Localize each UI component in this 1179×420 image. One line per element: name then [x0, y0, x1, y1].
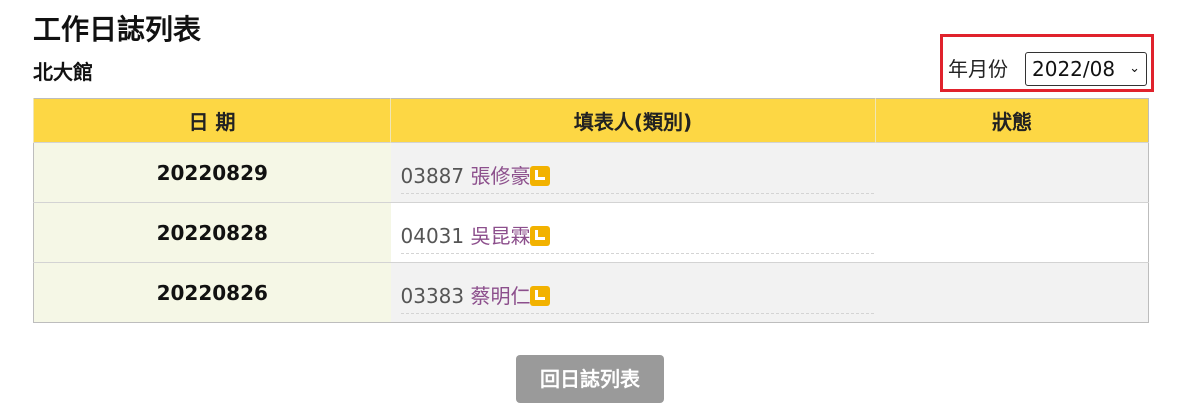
person-entry: 03887 張修豪	[400, 161, 879, 194]
table-row: 20220828 04031 吳昆霖	[33, 202, 1149, 263]
row-date: 20220828	[33, 202, 391, 263]
column-header-date: 日 期	[33, 98, 391, 143]
work-log-page: 工作日誌列表 北大館 年月份 2022/08 ⌄ 日 期 填表人(類別) 狀態 …	[0, 0, 1179, 420]
person-id: 04031	[400, 224, 465, 248]
row-person: 03887 張修豪	[390, 142, 879, 203]
row-person: 04031 吳昆霖	[390, 202, 879, 263]
person-id: 03887	[400, 164, 465, 188]
work-log-table: 日 期 填表人(類別) 狀態 20220829 03887 張修豪 202208…	[33, 98, 1149, 323]
edit-icon[interactable]	[530, 286, 551, 306]
column-header-status: 狀態	[875, 98, 1149, 143]
row-date: 20220826	[33, 262, 391, 323]
table-row: 20220829 03887 張修豪	[33, 142, 1149, 203]
person-name-link[interactable]: 張修豪	[470, 164, 530, 188]
edit-icon[interactable]	[530, 226, 551, 246]
person-entry: 03383 蔡明仁	[400, 281, 879, 314]
person-name-link[interactable]: 吳昆霖	[470, 224, 530, 248]
column-header-person: 填表人(類別)	[390, 98, 876, 143]
edit-icon[interactable]	[530, 166, 551, 186]
page-title: 工作日誌列表	[33, 13, 202, 46]
person-entry: 04031 吳昆霖	[400, 221, 879, 254]
table-header-row: 日 期 填表人(類別) 狀態	[33, 98, 1149, 143]
row-status	[875, 142, 1149, 203]
row-status	[875, 202, 1149, 263]
back-to-log-list-button[interactable]: 回日誌列表	[516, 355, 664, 403]
row-status	[875, 262, 1149, 323]
row-person: 03383 蔡明仁	[390, 262, 879, 323]
month-filter-label: 年月份	[948, 57, 1008, 81]
branch-name: 北大館	[33, 60, 93, 84]
person-name-link[interactable]: 蔡明仁	[470, 284, 530, 308]
person-id: 03383	[400, 284, 465, 308]
month-select[interactable]: 2022/08 ⌄	[1025, 52, 1147, 86]
row-date: 20220829	[33, 142, 391, 203]
chevron-down-icon: ⌄	[1129, 61, 1140, 76]
table-row: 20220826 03383 蔡明仁	[33, 262, 1149, 323]
month-select-value: 2022/08	[1032, 57, 1116, 81]
